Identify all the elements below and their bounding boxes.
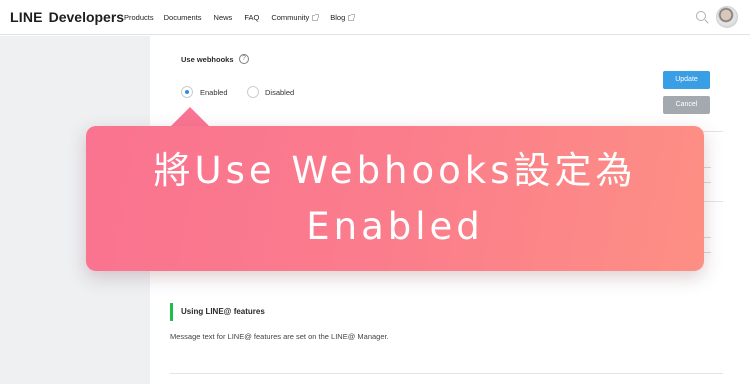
line-at-section-title: Using LINE@ features xyxy=(181,307,265,316)
main-nav: Products Documents News FAQ Community Bl… xyxy=(124,13,366,22)
update-button[interactable]: Update xyxy=(663,71,710,89)
callout-line-2: Enabled xyxy=(306,204,484,248)
nav-blog[interactable]: Blog xyxy=(330,13,356,22)
external-link-icon xyxy=(312,13,320,21)
nav-documents[interactable]: Documents xyxy=(164,13,202,22)
callout-text: 將Use Webhooks設定為 Enabled xyxy=(86,126,704,271)
line-developers-logo[interactable]: LINE Developers xyxy=(10,9,124,25)
disabled-radio[interactable] xyxy=(247,86,259,98)
callout-line-1: 將Use Webhooks設定為 xyxy=(153,148,637,192)
enabled-radio-label[interactable]: Enabled xyxy=(200,88,228,97)
section-divider xyxy=(170,373,723,374)
line-at-description: Message text for LINE@ features are set … xyxy=(170,332,389,341)
callout-pointer xyxy=(170,107,210,127)
setting-field-edge[interactable] xyxy=(703,237,711,253)
help-icon[interactable]: ? xyxy=(239,54,249,64)
top-header: LINE Developers Products Documents News … xyxy=(0,0,750,35)
use-webhooks-label: Use webhooks xyxy=(181,55,234,64)
search-icon[interactable] xyxy=(696,11,706,21)
nav-news[interactable]: News xyxy=(214,13,233,22)
nav-blog-label: Blog xyxy=(330,13,346,22)
nav-community[interactable]: Community xyxy=(271,13,320,22)
enabled-radio[interactable] xyxy=(181,86,193,98)
external-link-icon xyxy=(348,13,356,21)
logo-developers-text: Developers xyxy=(48,9,125,25)
instruction-callout: 將Use Webhooks設定為 Enabled xyxy=(86,126,704,271)
disabled-radio-label[interactable]: Disabled xyxy=(265,88,294,97)
nav-faq[interactable]: FAQ xyxy=(244,13,259,22)
section-accent-bar xyxy=(170,303,173,321)
nav-products[interactable]: Products xyxy=(124,13,154,22)
user-avatar[interactable] xyxy=(716,6,738,28)
cancel-button[interactable]: Cancel xyxy=(663,96,710,114)
setting-field-edge[interactable] xyxy=(703,167,711,183)
logo-line-text: LINE xyxy=(10,9,43,25)
nav-community-label: Community xyxy=(271,13,310,22)
